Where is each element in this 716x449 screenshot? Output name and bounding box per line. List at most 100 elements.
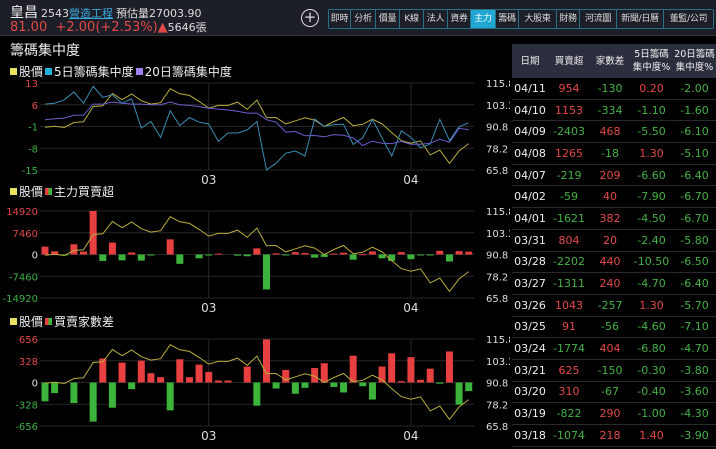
table-row[interactable]: 03/26 1043 -257 1.30 -5.70 bbox=[512, 295, 716, 317]
table-cell: -6.60 bbox=[637, 168, 666, 182]
bar bbox=[128, 252, 136, 255]
tab-9[interactable]: 財務 bbox=[557, 10, 580, 28]
right-axis-tick: 78.2 bbox=[486, 400, 508, 411]
bar bbox=[445, 351, 453, 383]
right-axis-tick: 90.8 bbox=[486, 379, 508, 390]
table-row[interactable]: 04/07 -219 209 -6.60 -6.40 bbox=[512, 165, 716, 187]
table-cell: 1.40 bbox=[639, 428, 664, 442]
table-header: 日期 買賣超 家數差 5日籌碼 集中度% 20日籌碼 集中度% bbox=[512, 44, 716, 78]
bar bbox=[224, 380, 232, 383]
table-row[interactable]: 03/19 -822 290 -1.00 -4.30 bbox=[512, 403, 716, 425]
bar bbox=[349, 355, 357, 383]
bar bbox=[176, 359, 184, 383]
left-axis-tick: -328 bbox=[15, 400, 38, 411]
table-row[interactable]: 03/20 310 -67 -0.40 -3.60 bbox=[512, 382, 716, 404]
table-cell: 03/24 bbox=[514, 342, 546, 356]
charts: 13 115.8 6 103.2 -1 90.8 -8 78.2 -15 65.8 03 04 1492… bbox=[3, 79, 510, 443]
table-row[interactable]: 04/10 1153 -334 -1.10 -1.60 bbox=[512, 100, 716, 122]
table-row[interactable]: 04/02 -59 40 -7.90 -6.70 bbox=[512, 186, 716, 209]
bar bbox=[166, 382, 174, 411]
table-cell: 03/31 bbox=[514, 233, 546, 247]
tab-8[interactable]: 大股東 bbox=[519, 10, 557, 28]
table-row[interactable]: 03/24 -1774 404 -6.80 -4.70 bbox=[512, 338, 716, 360]
bar bbox=[262, 339, 270, 383]
table-cell: -56 bbox=[601, 320, 619, 334]
left-axis-tick: 14920 bbox=[6, 207, 38, 218]
table-cell: -1.60 bbox=[680, 103, 709, 117]
left-axis-tick: -15 bbox=[22, 166, 38, 177]
table-cell: 1265 bbox=[555, 146, 583, 160]
column-header[interactable]: 日期 bbox=[512, 44, 548, 78]
table-cell: 0.20 bbox=[639, 81, 664, 95]
bar bbox=[262, 254, 270, 290]
left-axis-tick: 7460 bbox=[13, 229, 38, 240]
bar bbox=[118, 362, 126, 383]
table-row[interactable]: 03/31 804 20 -2.40 -5.80 bbox=[512, 230, 716, 252]
left-axis-tick: -14920 bbox=[3, 294, 38, 305]
bar bbox=[195, 364, 203, 383]
right-axis-tick: 115.8 bbox=[486, 335, 510, 346]
table-cell: -6.40 bbox=[680, 168, 709, 182]
table-cell: -2202 bbox=[553, 255, 585, 269]
table-cell: -18 bbox=[601, 146, 619, 160]
table-cell: 290 bbox=[599, 407, 621, 421]
table-cell: 625 bbox=[558, 363, 580, 377]
bar bbox=[41, 246, 49, 255]
table-cell: 03/19 bbox=[514, 407, 546, 421]
bar bbox=[89, 211, 97, 255]
table-cell: 1153 bbox=[555, 103, 583, 117]
bar bbox=[359, 254, 367, 256]
bar bbox=[388, 353, 396, 383]
bar bbox=[253, 382, 261, 406]
table-row[interactable]: 03/21 625 -150 -0.30 -3.80 bbox=[512, 360, 716, 382]
bar bbox=[108, 242, 116, 255]
table-cell: -5.50 bbox=[637, 125, 666, 139]
bar bbox=[89, 382, 97, 422]
table-cell: 40 bbox=[603, 190, 617, 204]
table-cell: -150 bbox=[597, 363, 623, 377]
table-cell: -822 bbox=[556, 407, 582, 421]
x-axis-tick: 04 bbox=[403, 173, 418, 187]
bar bbox=[407, 254, 415, 260]
column-header[interactable]: 5日籌碼 集中度% bbox=[630, 44, 673, 78]
table-cell: -6.70 bbox=[680, 190, 709, 204]
bar bbox=[330, 382, 338, 387]
table-cell: 03/25 bbox=[514, 320, 546, 334]
table-row[interactable]: 04/08 1265 -18 1.30 -5.10 bbox=[512, 143, 716, 165]
table-row[interactable]: 04/09 -2403 468 -5.50 -6.10 bbox=[512, 121, 716, 144]
table-cell: 04/02 bbox=[514, 190, 546, 204]
table-row[interactable]: 04/01 -1621 382 -4.50 -6.70 bbox=[512, 208, 716, 230]
table-cell: -7.90 bbox=[637, 190, 666, 204]
bar bbox=[282, 254, 290, 256]
table-cell: -4.70 bbox=[637, 277, 666, 291]
right-axis-tick: 90.8 bbox=[486, 251, 508, 262]
table-body: 04/11 954 -130 0.20 -2.00 04/10 1153 -334 -1.10-… bbox=[512, 78, 716, 447]
table-cell: 04/01 bbox=[514, 211, 546, 225]
left-axis-tick: 13 bbox=[25, 79, 38, 90]
table-cell: 1.30 bbox=[639, 298, 664, 312]
table-row[interactable]: 03/27 -1311 240 -4.70 -6.40 bbox=[512, 273, 716, 295]
column-header[interactable]: 家數差 bbox=[590, 44, 630, 78]
bar bbox=[118, 254, 126, 261]
table-cell: 03/27 bbox=[514, 277, 546, 291]
tab-12[interactable]: 董監/公司 bbox=[664, 10, 713, 28]
right-axis-tick: 103.2 bbox=[486, 229, 510, 240]
column-header[interactable]: 買賣超 bbox=[548, 44, 590, 78]
left-axis-tick: 6 bbox=[32, 101, 38, 112]
bar bbox=[368, 382, 376, 400]
bar bbox=[185, 377, 193, 383]
table-row[interactable]: 04/11 954 -130 0.20 -2.00 bbox=[512, 78, 716, 100]
right-axis-tick: 90.8 bbox=[486, 123, 508, 134]
table-cell: -0.40 bbox=[637, 385, 666, 399]
table-row[interactable]: 03/18 -1074 218 1.40 -3.90 bbox=[512, 425, 716, 447]
table-cell: 03/26 bbox=[514, 298, 546, 312]
table-row[interactable]: 03/28 -2202 440 -10.50 -6.50 bbox=[512, 252, 716, 274]
tab-11[interactable]: 新聞/日曆 bbox=[617, 10, 664, 28]
column-header[interactable]: 20日籌碼 集中度% bbox=[673, 44, 716, 78]
table-cell: -2.40 bbox=[637, 233, 666, 247]
tab-10[interactable]: 河流圖 bbox=[580, 10, 617, 28]
right-axis-tick: 78.2 bbox=[486, 272, 508, 283]
table-row[interactable]: 03/25 91 -56 -4.60 -7.10 bbox=[512, 317, 716, 339]
table-cell: 218 bbox=[599, 428, 621, 442]
bar bbox=[137, 360, 145, 383]
